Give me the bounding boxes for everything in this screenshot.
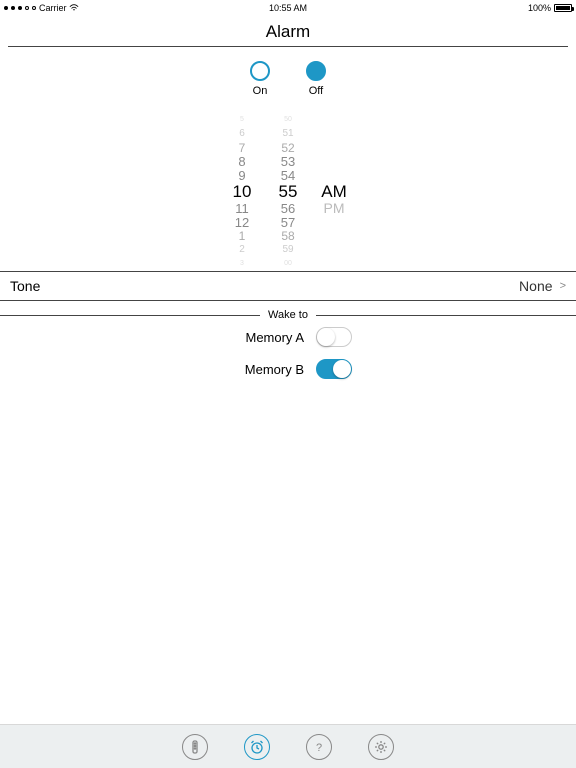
chevron-right-icon: > [557,280,566,292]
radio-on-circle [250,61,270,81]
memory-b-row: Memory B [0,353,576,385]
memory-b-label: Memory B [224,362,304,377]
alarm-onoff-group: On Off [0,47,576,101]
memory-a-switch[interactable] [316,327,352,347]
tab-bar: ? [0,724,576,768]
ampm-wheel[interactable]: AM PM [320,113,348,271]
memory-b-switch[interactable] [316,359,352,379]
tone-label: Tone [10,278,40,294]
hour-wheel[interactable]: 5 6 7 8 9 10 11 12 1 2 3 [228,113,256,271]
off-label: Off [309,85,323,97]
remote-icon [188,740,202,754]
svg-text:?: ? [316,742,322,754]
status-bar: Carrier 10:55 AM 100% [0,0,576,16]
help-icon: ? [312,740,326,754]
alarm-on-radio[interactable]: On [250,61,270,97]
radio-off-circle [306,61,326,81]
alarm-clock-icon [249,739,265,755]
status-time: 10:55 AM [269,3,307,13]
on-label: On [253,85,268,97]
tab-remote[interactable] [182,734,208,760]
memory-a-row: Memory A [0,321,576,353]
gear-icon [373,739,389,755]
page-title: Alarm [0,16,576,46]
alarm-off-radio[interactable]: Off [306,61,326,97]
tab-alarm[interactable] [244,734,270,760]
tone-value: None [519,278,552,294]
tab-help[interactable]: ? [306,734,332,760]
status-battery: 100% [528,3,572,13]
wifi-icon [69,4,79,12]
wake-to-header: Wake to [0,309,576,321]
time-picker[interactable]: 5 6 7 8 9 10 11 12 1 2 3 50 51 52 53 54 … [0,101,576,271]
tab-settings[interactable] [368,734,394,760]
minute-wheel[interactable]: 50 51 52 53 54 55 56 57 58 59 00 [274,113,302,271]
status-carrier: Carrier [4,3,79,13]
memory-a-label: Memory A [224,330,304,345]
carrier-label: Carrier [39,3,67,13]
tone-row[interactable]: Tone None > [0,271,576,301]
